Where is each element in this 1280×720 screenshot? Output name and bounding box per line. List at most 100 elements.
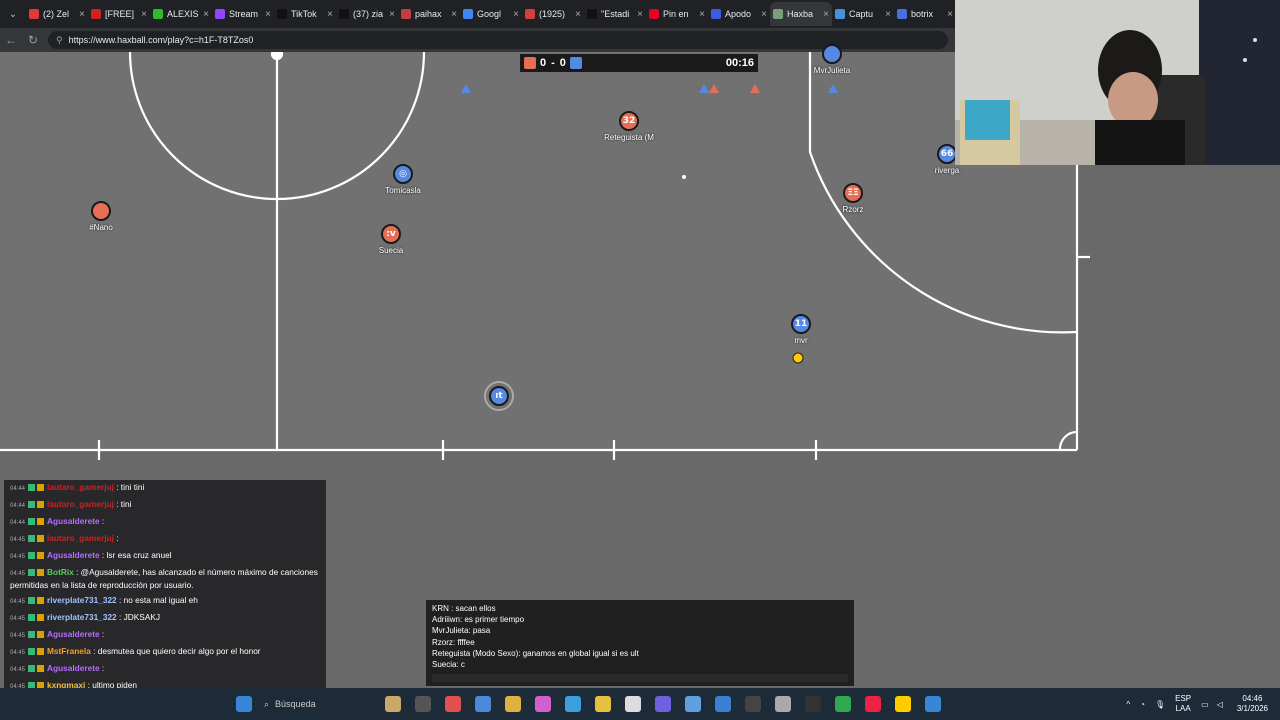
chat-timestamp: 04:45 bbox=[10, 616, 26, 622]
tab-close-icon[interactable]: × bbox=[389, 9, 395, 20]
gamepad-icon[interactable] bbox=[895, 696, 911, 712]
app-icon[interactable] bbox=[925, 696, 941, 712]
blue-score: 0 bbox=[559, 57, 566, 69]
sub-badge-icon bbox=[28, 597, 36, 605]
tab-close-icon[interactable]: × bbox=[141, 9, 147, 20]
browser-tab[interactable]: [FREE] × bbox=[88, 2, 150, 26]
app-icon[interactable] bbox=[775, 696, 791, 712]
chat-message: 04:45 riverplate731_322 : no esta mal igu… bbox=[4, 593, 326, 610]
chat-username[interactable]: Agusalderete bbox=[47, 663, 100, 673]
tab-favicon-icon bbox=[835, 9, 845, 19]
team-marker-red bbox=[709, 84, 719, 93]
gift-badge-icon bbox=[37, 648, 45, 656]
chat-username[interactable]: MstFranela bbox=[47, 646, 91, 656]
tab-close-icon[interactable]: × bbox=[761, 9, 767, 20]
widget-icon[interactable] bbox=[385, 696, 401, 712]
chat-username[interactable]: Agusalderete bbox=[47, 550, 100, 560]
language-indicator[interactable]: ESP LAA bbox=[1175, 694, 1191, 714]
tab-close-icon[interactable]: × bbox=[451, 9, 457, 20]
chat-username[interactable]: Agusalderete bbox=[47, 516, 100, 526]
tab-close-icon[interactable]: × bbox=[947, 9, 953, 20]
tab-close-icon[interactable]: × bbox=[885, 9, 891, 20]
browser-tab[interactable]: paihax × bbox=[398, 2, 460, 26]
browser-tab[interactable]: Captu × bbox=[832, 2, 894, 26]
volume-icon[interactable]: ◁ bbox=[1217, 700, 1223, 709]
outlook-icon[interactable] bbox=[745, 696, 761, 712]
tab-close-icon[interactable]: × bbox=[327, 9, 333, 20]
mic-icon[interactable]: 🎙 bbox=[1155, 700, 1165, 709]
browser-tab[interactable]: (37) zia × bbox=[336, 2, 398, 26]
player-name: #Nano bbox=[89, 223, 113, 232]
clock-date: 3/1/2026 bbox=[1236, 704, 1268, 713]
tab-close-icon[interactable]: × bbox=[575, 9, 581, 20]
browser-tab[interactable]: Haxba × bbox=[770, 2, 832, 26]
chat-username[interactable]: BotRix bbox=[47, 567, 74, 577]
url-field[interactable]: ⚲ https://www.haxball.com/play?c=h1F-T8T… bbox=[48, 31, 948, 49]
tab-close-icon[interactable]: × bbox=[637, 9, 643, 20]
browser-tab[interactable]: "Estadi × bbox=[584, 2, 646, 26]
terminal-icon[interactable] bbox=[835, 696, 851, 712]
tab-close-icon[interactable]: × bbox=[265, 9, 271, 20]
browser-tab[interactable]: Stream × bbox=[212, 2, 274, 26]
sheets-icon[interactable] bbox=[685, 696, 701, 712]
chat-username[interactable]: riverplate731_322 bbox=[47, 595, 117, 605]
tray-expand-icon[interactable]: ^ bbox=[1126, 700, 1130, 709]
tab-label: TikTok bbox=[291, 9, 317, 19]
browser-tab[interactable]: botrix × bbox=[894, 2, 956, 26]
browser-tab[interactable]: Apodo × bbox=[708, 2, 770, 26]
tab-label: "Estadi bbox=[601, 9, 630, 19]
browser-tab[interactable]: ALEXIS × bbox=[150, 2, 212, 26]
ccleaner-icon[interactable] bbox=[625, 696, 641, 712]
reload-icon[interactable]: ↻ bbox=[22, 33, 44, 47]
tab-close-icon[interactable]: × bbox=[203, 9, 209, 20]
sub-badge-icon bbox=[28, 648, 36, 656]
tab-favicon-icon bbox=[91, 9, 101, 19]
chat-message: 04:45 Agusalderete : bbox=[4, 661, 326, 678]
wifi-icon[interactable]: ▭ bbox=[1201, 700, 1209, 709]
photos-icon[interactable] bbox=[715, 696, 731, 712]
tab-close-icon[interactable]: × bbox=[513, 9, 519, 20]
taskview-icon[interactable] bbox=[415, 696, 431, 712]
discord-icon[interactable] bbox=[655, 696, 671, 712]
site-info-icon[interactable]: ⚲ bbox=[56, 35, 63, 46]
vs-icon[interactable] bbox=[595, 696, 611, 712]
chrome-icon[interactable] bbox=[865, 696, 881, 712]
tab-close-icon[interactable]: × bbox=[79, 9, 85, 20]
chat-username[interactable]: riverplate731_322 bbox=[47, 612, 117, 622]
network-icon[interactable]: ◔ bbox=[1140, 700, 1145, 709]
back-icon[interactable]: ← bbox=[0, 33, 22, 47]
chat-text: : bbox=[101, 663, 105, 673]
chat-username[interactable]: lautaro_gamerjuj bbox=[47, 533, 114, 543]
folder-icon[interactable] bbox=[505, 696, 521, 712]
browser-tab[interactable]: Googl × bbox=[460, 2, 522, 26]
tab-close-icon[interactable]: × bbox=[823, 9, 829, 20]
player-name: Rzorz bbox=[842, 205, 864, 214]
chat-username[interactable]: lautaro_gamerjuj bbox=[47, 482, 114, 492]
windows-start-icon[interactable] bbox=[236, 696, 252, 712]
settings-icon[interactable] bbox=[805, 696, 821, 712]
chat-message: 04:45 MstFranela : desmutea que quiero de… bbox=[4, 644, 326, 661]
clock[interactable]: 04:46 3/1/2026 bbox=[1237, 694, 1268, 714]
team-marker-blue bbox=[699, 84, 709, 93]
browser-tab[interactable]: (1925) × bbox=[522, 2, 584, 26]
tab-close-icon[interactable]: × bbox=[699, 9, 705, 20]
browser-tab[interactable]: Pin en × bbox=[646, 2, 708, 26]
tab-label: botrix bbox=[911, 9, 934, 19]
pen-icon[interactable] bbox=[535, 696, 551, 712]
tab-label: (1925) bbox=[539, 9, 566, 19]
edge-icon[interactable] bbox=[565, 696, 581, 712]
tab-label: (2) Zel bbox=[43, 9, 70, 19]
files-icon[interactable] bbox=[475, 696, 491, 712]
chat-username[interactable]: Agusalderete bbox=[47, 629, 100, 639]
tab-label: [FREE] bbox=[105, 9, 135, 19]
game-chat-input[interactable] bbox=[432, 674, 848, 682]
browser-tab[interactable]: (2) Zel × bbox=[26, 2, 88, 26]
player-disc-red: :v bbox=[381, 224, 401, 244]
chat-username[interactable]: lautaro_gamerjuj bbox=[47, 499, 114, 509]
gift-badge-icon bbox=[37, 535, 45, 543]
opera-icon[interactable] bbox=[445, 696, 461, 712]
tab-search-icon[interactable]: ⌄ bbox=[0, 0, 26, 28]
browser-tab[interactable]: TikTok × bbox=[274, 2, 336, 26]
taskbar-search[interactable]: ⌕ Búsqueda bbox=[254, 695, 404, 713]
game-chat-log: KRN : sacan ellos Adriiiwn: es primer tie… bbox=[432, 603, 848, 670]
